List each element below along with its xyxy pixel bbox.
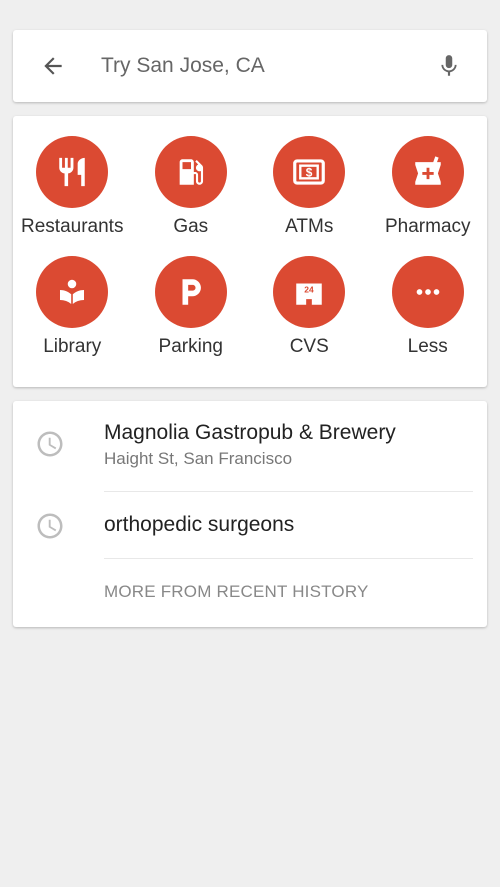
history-item[interactable]: orthopedic surgeons — [13, 492, 487, 558]
history-item-subtitle: Haight St, San Francisco — [104, 449, 293, 468]
category-parking[interactable]: Parking — [132, 256, 251, 358]
svg-text:$: $ — [306, 165, 313, 179]
arrow-back-icon — [44, 57, 62, 75]
pharmacy-icon-circle — [391, 136, 464, 208]
restaurants-icon-circle — [36, 136, 109, 208]
category-label: Less — [407, 336, 448, 357]
mic-icon — [441, 55, 457, 76]
search-input[interactable] — [101, 46, 421, 86]
history-item-title: Magnolia Gastropub & Brewery — [104, 421, 396, 444]
parking-icon-circle — [154, 256, 227, 328]
category-label: Pharmacy — [384, 216, 471, 237]
history-item-title: orthopedic surgeons — [104, 513, 295, 536]
history-item[interactable]: Magnolia Gastropub & Brewery Haight St, … — [13, 401, 487, 491]
category-label: Gas — [173, 216, 209, 237]
category-restaurants[interactable]: Restaurants — [13, 136, 132, 238]
svg-text:24: 24 — [305, 285, 315, 295]
gas-icon-circle — [154, 136, 227, 208]
more-recent-history-button[interactable]: MORE FROM RECENT HISTORY — [104, 582, 369, 602]
recent-history-card: Magnolia Gastropub & Brewery Haight St, … — [13, 401, 487, 627]
back-button[interactable] — [35, 48, 71, 84]
clock-icon — [37, 513, 63, 539]
category-card: Restaurants Gas $ ATMs Pharmacy Library … — [13, 116, 487, 387]
category-library[interactable]: Library — [13, 256, 132, 358]
more-dots-icon — [416, 289, 440, 295]
parking-p-icon — [182, 279, 201, 305]
category-label: CVS — [289, 336, 329, 357]
clock-icon — [37, 431, 63, 457]
category-label: Library — [43, 336, 102, 357]
cvs-icon-circle: 24 — [273, 256, 346, 328]
store-24-icon: 24 — [296, 283, 322, 305]
book-reader-icon — [60, 279, 85, 304]
category-label: Restaurants — [21, 216, 124, 237]
search-card — [13, 30, 487, 102]
screen: Restaurants Gas $ ATMs — [0, 0, 500, 887]
category-grid: Restaurants Gas $ ATMs Pharmacy Library … — [13, 136, 487, 358]
category-atms[interactable]: $ ATMs — [250, 136, 369, 238]
divider — [104, 558, 473, 559]
category-label: ATMs — [285, 216, 334, 237]
atm-cash-icon: $ — [293, 159, 326, 185]
voice-search-button[interactable] — [431, 48, 467, 84]
library-icon-circle — [36, 256, 109, 328]
category-gas[interactable]: Gas — [132, 136, 251, 238]
gas-pump-icon — [179, 159, 203, 185]
category-pharmacy[interactable]: Pharmacy — [369, 136, 488, 238]
category-label: Parking — [158, 336, 223, 357]
fork-knife-icon — [59, 157, 85, 187]
atms-icon-circle: $ — [273, 136, 346, 208]
less-icon-circle — [391, 256, 464, 328]
category-cvs[interactable]: 24 CVS — [250, 256, 369, 358]
pharmacy-mortar-icon — [415, 156, 441, 185]
category-less[interactable]: Less — [369, 256, 488, 358]
